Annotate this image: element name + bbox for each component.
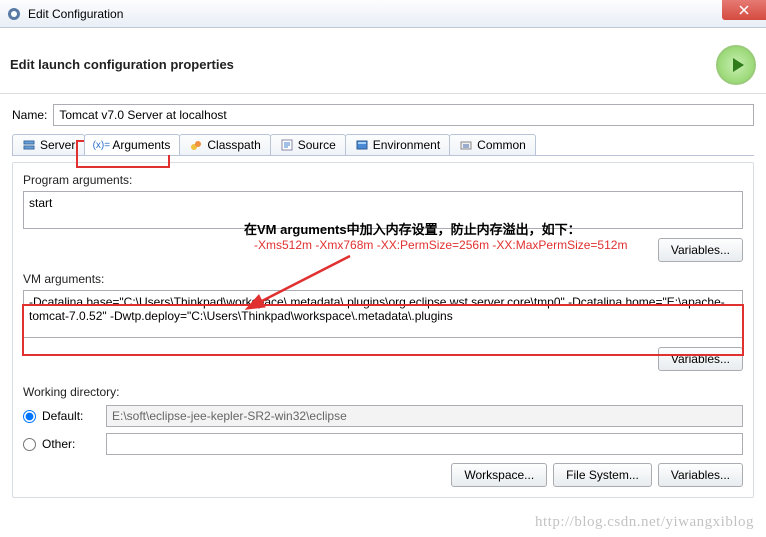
close-button[interactable] <box>722 0 766 20</box>
environment-icon <box>355 138 369 152</box>
workdir-variables-button[interactable]: Variables... <box>658 463 743 487</box>
tab-common-label: Common <box>477 138 526 152</box>
server-icon <box>22 138 36 152</box>
header-title: Edit launch configuration properties <box>10 57 234 72</box>
workdir-other-row: Other: <box>23 433 743 455</box>
source-icon <box>280 138 294 152</box>
tab-server-label: Server <box>40 138 75 152</box>
program-args-textarea[interactable] <box>23 191 743 229</box>
tab-classpath[interactable]: Classpath <box>179 134 270 155</box>
tab-server[interactable]: Server <box>12 134 85 155</box>
workdir-other-label: Other: <box>42 437 100 451</box>
tab-common[interactable]: Common <box>449 134 536 155</box>
tab-classpath-label: Classpath <box>207 138 260 152</box>
name-input[interactable] <box>53 104 754 126</box>
common-icon <box>459 138 473 152</box>
workdir-other-radio[interactable] <box>23 438 36 451</box>
tab-source[interactable]: Source <box>270 134 346 155</box>
tab-arguments[interactable]: (x)= Arguments <box>84 134 180 155</box>
workdir-label: Working directory: <box>23 385 743 399</box>
vm-arguments-section: VM arguments: Variables... <box>23 272 743 371</box>
tabs: Server (x)= Arguments Classpath Source E… <box>12 134 754 156</box>
program-arguments-section: Program arguments: Variables... <box>23 173 743 262</box>
tab-source-label: Source <box>298 138 336 152</box>
workdir-default-radio[interactable] <box>23 410 36 423</box>
workdir-default-label: Default: <box>42 409 100 423</box>
filesystem-button[interactable]: File System... <box>553 463 652 487</box>
workdir-other-input[interactable] <box>106 433 743 455</box>
name-label: Name: <box>12 108 47 122</box>
classpath-icon <box>189 138 203 152</box>
program-args-variables-button[interactable]: Variables... <box>658 238 743 262</box>
run-button[interactable] <box>716 45 756 85</box>
workdir-buttons: Workspace... File System... Variables... <box>23 463 743 487</box>
tab-environment[interactable]: Environment <box>345 134 450 155</box>
name-row: Name: <box>12 104 754 126</box>
window-title: Edit Configuration <box>28 7 123 21</box>
titlebar: Edit Configuration <box>0 0 766 28</box>
tab-environment-label: Environment <box>373 138 440 152</box>
vm-args-variables-button[interactable]: Variables... <box>658 347 743 371</box>
vm-args-label: VM arguments: <box>23 272 743 286</box>
working-directory-section: Working directory: Default: Other: Works… <box>23 385 743 487</box>
watermark: http://blog.csdn.net/yiwangxiblog <box>535 514 754 531</box>
workdir-default-row: Default: <box>23 405 743 427</box>
tab-arguments-label: Arguments <box>112 138 170 152</box>
header: Edit launch configuration properties <box>0 28 766 94</box>
arguments-group: Program arguments: Variables... VM argum… <box>12 162 754 498</box>
workspace-button[interactable]: Workspace... <box>451 463 547 487</box>
program-args-label: Program arguments: <box>23 173 743 187</box>
vm-args-textarea[interactable] <box>23 290 743 338</box>
arguments-icon: (x)= <box>94 138 108 152</box>
workdir-default-input <box>106 405 743 427</box>
app-icon <box>6 6 22 22</box>
